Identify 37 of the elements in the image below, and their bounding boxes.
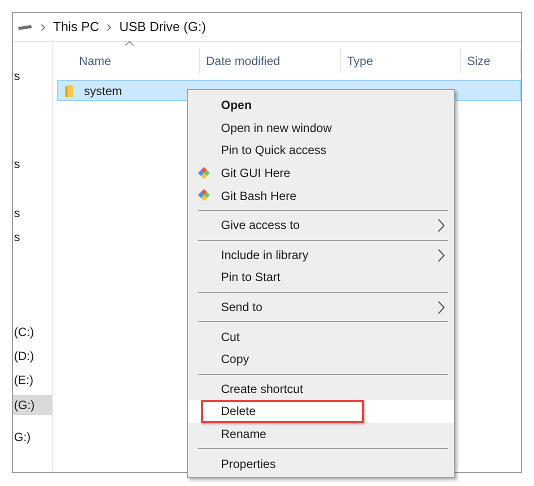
menu-item[interactable]: Cut [188,325,454,348]
nav-item[interactable]: (E:) [13,370,52,390]
column-header[interactable]: Name [73,49,200,73]
column-header[interactable]: Size [461,49,521,73]
nav-item[interactable]: (D:) [13,346,52,366]
menu-item[interactable]: Open in new window [188,116,454,140]
nav-item[interactable]: G:) [13,427,52,447]
diamond-icon [197,166,211,180]
menu-item[interactable]: Pin to Quick access [188,139,454,162]
nav-item[interactable]: s [13,154,52,174]
file-name: system [84,82,122,100]
nav-item[interactable]: (G:) [13,395,52,415]
menu-item[interactable]: Pin to Start [188,266,454,289]
column-header[interactable]: Date modified [200,49,341,73]
menu-item[interactable]: Send to [188,296,454,318]
column-header[interactable]: Type [341,49,461,73]
nav-item[interactable]: s [13,227,52,247]
menu-item[interactable]: Properties [188,452,454,475]
menu-item[interactable]: Include in library [188,244,454,266]
menu-item[interactable]: Give access to [188,214,454,237]
nav-item[interactable]: (C:) [13,322,52,342]
chevron-icon [41,24,45,30]
menu-item[interactable]: Open [188,94,454,117]
folder-icon [64,84,74,98]
chevron-icon [107,24,112,30]
menu-item[interactable]: Git GUI Here [188,162,454,184]
drive-icon [17,23,33,31]
diamond-icon [197,188,211,202]
breadcrumb-item[interactable]: USB Drive (G:) [119,17,206,37]
menu-item[interactable]: Copy [188,348,454,371]
breadcrumb-item[interactable]: This PC [53,17,100,37]
menu-item[interactable]: Git Bash Here [188,184,454,207]
menu-item[interactable]: Create shortcut [188,378,454,400]
nav-item[interactable]: s [13,203,52,223]
menu-item[interactable]: Delete [188,400,454,423]
menu-item[interactable]: Rename [188,422,454,446]
nav-item[interactable]: s [13,66,52,86]
